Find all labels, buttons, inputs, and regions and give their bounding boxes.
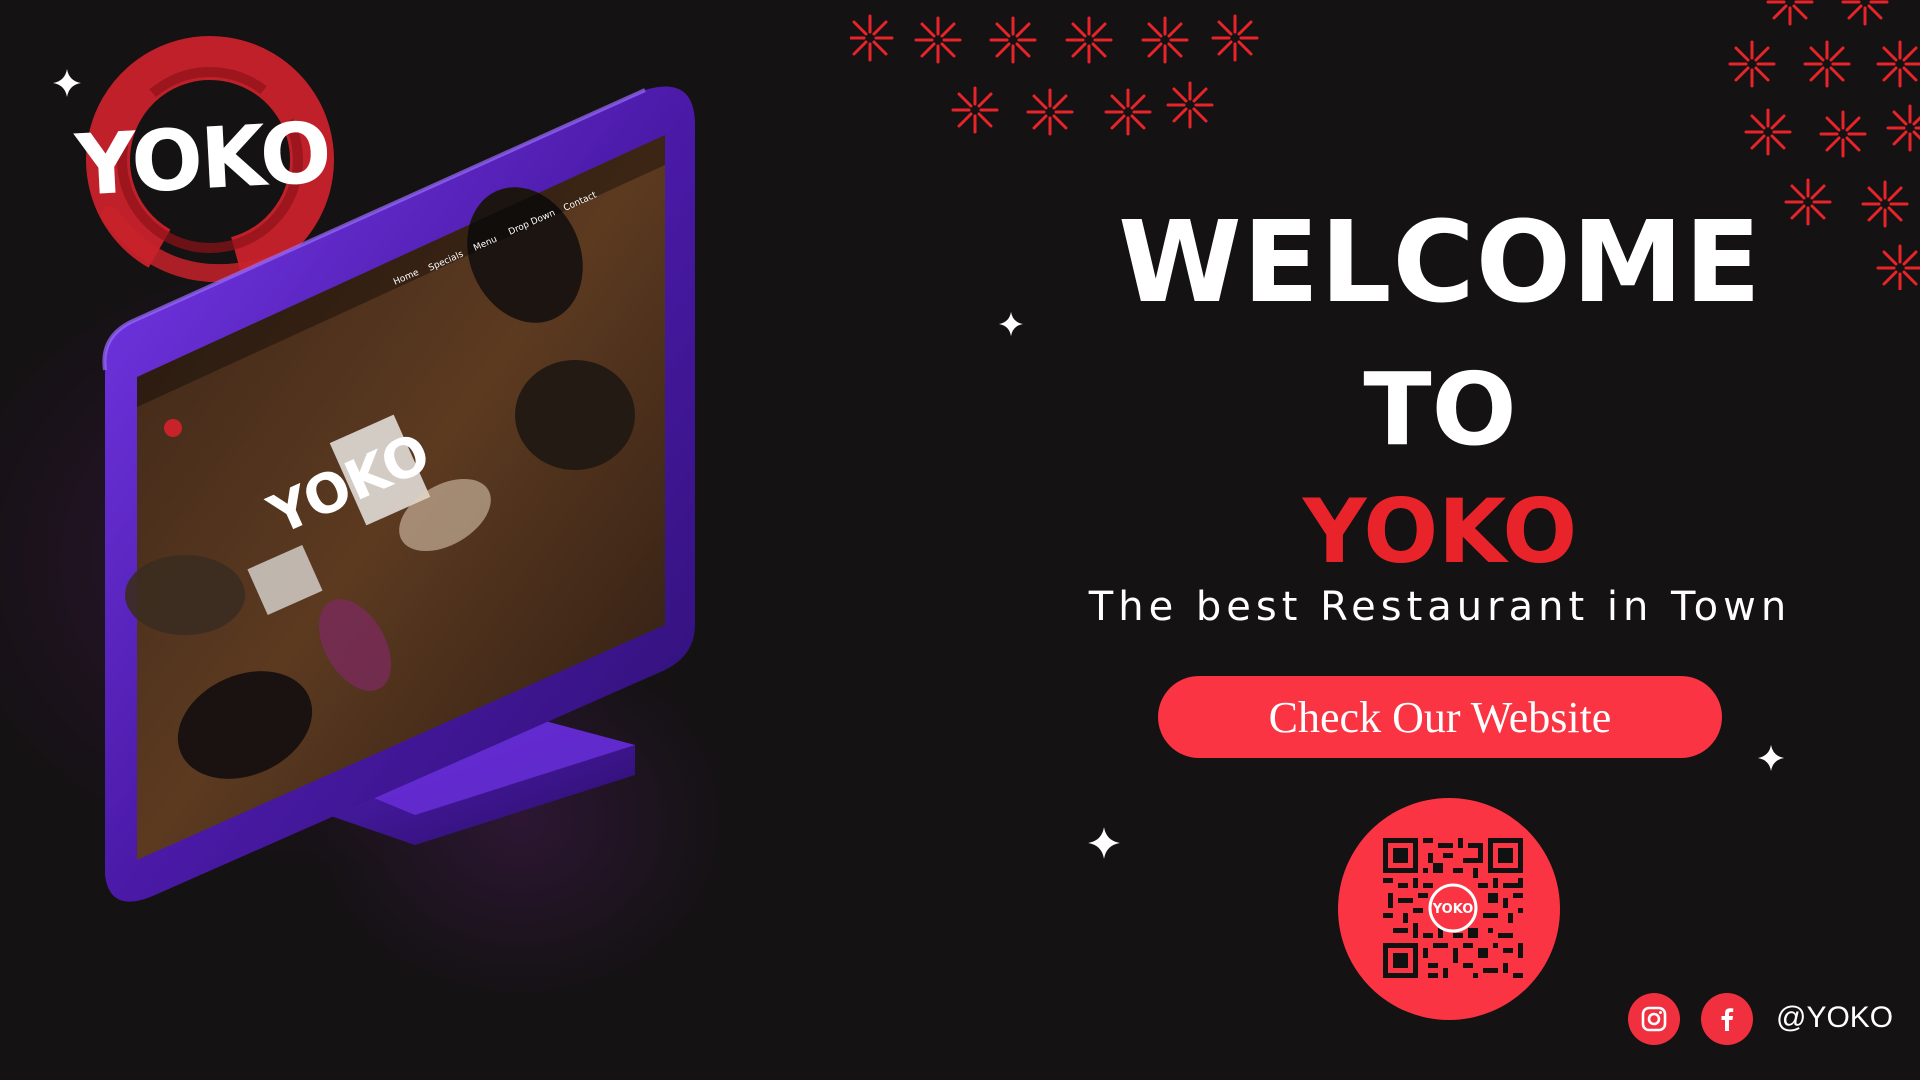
check-website-button[interactable]: Check Our Website	[1158, 676, 1722, 758]
brand-heading: YOKO	[1302, 480, 1578, 583]
social-handle: @YOKO	[1776, 1001, 1894, 1034]
facebook-button[interactable]	[1701, 993, 1753, 1045]
monitor-illustration: Home Specials Menu Drop Down Contact YOK…	[102, 86, 695, 902]
to-heading: TO	[1363, 351, 1517, 468]
fireworks-decoration-top	[850, 14, 1259, 136]
sparkle-star-icon	[998, 311, 1024, 337]
instagram-icon	[1641, 1006, 1667, 1032]
sparkle-star-icon	[1088, 827, 1120, 859]
qr-center-text: YOKO	[1432, 902, 1474, 917]
instagram-button[interactable]	[1628, 993, 1680, 1045]
tagline: The best Restaurant in Town	[1088, 584, 1792, 630]
sparkle-star-icon	[1757, 744, 1785, 772]
facebook-icon	[1721, 1008, 1734, 1031]
qr-code[interactable]: YOKO	[1383, 838, 1523, 978]
check-website-button-label: Check Our Website	[1268, 692, 1612, 742]
welcome-heading: WELCOME	[1118, 198, 1762, 328]
